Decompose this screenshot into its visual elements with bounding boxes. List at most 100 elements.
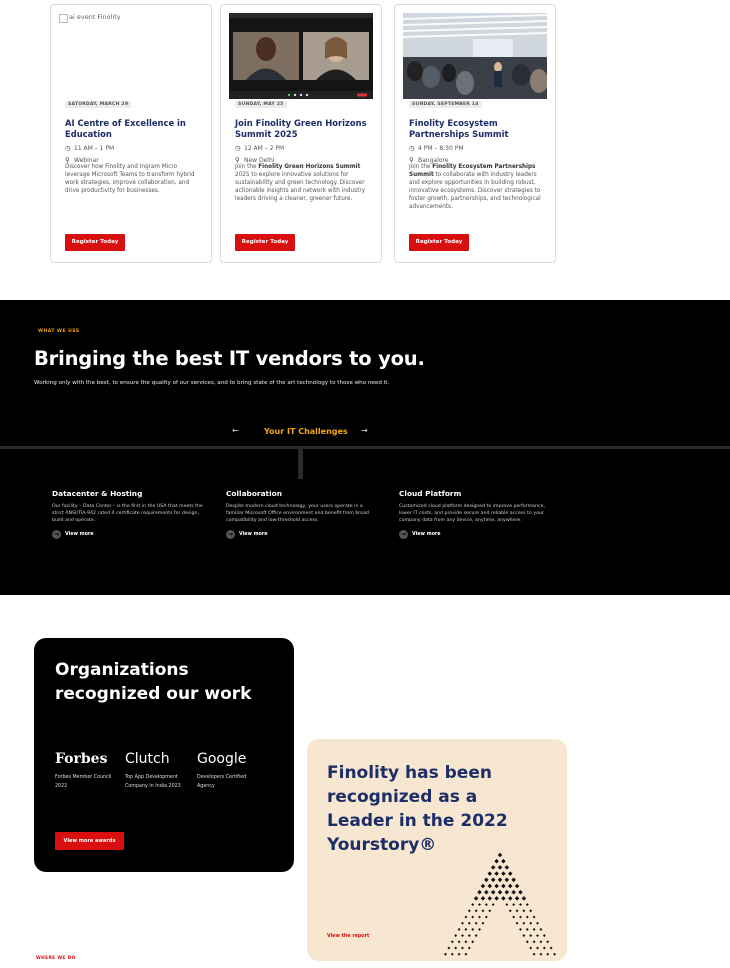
forbes-logo: Forbes [55,751,108,767]
pattern-dot [525,915,529,919]
pattern-dot [474,921,478,925]
view-report-link[interactable]: View the report [327,934,369,939]
pattern-dot [522,934,526,938]
pattern-dot [504,877,510,883]
pattern-dot [529,909,533,913]
location-pin-icon: ⚲ [235,156,240,164]
service-description: Our facility – Data Center – is the firs… [52,504,203,524]
pattern-dot [546,952,550,956]
pattern-dot [497,889,503,895]
recognition-heading: Organizations recognized our work [55,660,252,704]
pattern-dot [494,858,499,864]
pattern-dot [497,865,503,870]
pattern-dot [444,952,447,956]
view-more-label: View more [412,531,441,537]
pattern-dot [501,858,506,864]
clock-icon: ◷ [65,144,71,152]
pattern-dot [480,883,486,889]
pattern-dot [512,915,516,919]
pattern-dot [522,909,526,913]
brand-caption: Top App Development Company in India 202… [125,775,181,789]
pattern-dot [553,952,556,956]
pattern-dot [478,927,481,931]
pattern-dot [474,934,478,938]
pattern-dot [484,915,488,919]
pattern-dot [539,940,543,944]
pattern-dot [490,877,496,883]
view-more-link[interactable]: → View more [399,529,554,539]
yourstory-card: Finolity has been recognized as a Leader… [307,739,567,961]
next-arrow-icon[interactable]: → [361,426,368,435]
pattern-dot [518,889,523,895]
event-card: SUNDAY, MAY 25 Join Finolity Green Horiz… [220,4,382,263]
google-logo: Google [197,751,247,767]
event-time-text: 12 AM – 2 PM [244,144,285,152]
clock-icon: ◷ [235,144,241,152]
pattern-dot [454,946,458,950]
register-button[interactable]: Register Today [235,234,295,251]
event-location-text: Webinar [74,156,99,164]
dot-pattern-decoration [444,852,556,956]
pattern-dot [504,865,510,870]
description-text: 2025 to explore innovative solutions for… [235,171,366,202]
pattern-dot [487,883,493,889]
pattern-dot [464,915,468,919]
tab-it-challenges[interactable]: Your IT Challenges [264,427,348,436]
tab-indicator [298,446,303,479]
event-date: SUNDAY, SEPTEMBER 14 [409,101,482,108]
register-button[interactable]: Register Today [409,234,469,251]
pattern-dot [508,909,512,913]
pattern-dot [464,952,468,956]
tab-divider [0,446,730,449]
prev-arrow-icon[interactable]: ← [232,426,239,435]
event-description: Discover how Finolity and Ingram Micro l… [65,164,195,194]
pattern-dot [519,915,522,919]
event-title[interactable]: Join Finolity Green Horizons Summit 2025 [235,118,375,140]
pattern-dot [529,921,533,925]
yourstory-heading: Finolity has been recognized as a Leader… [327,763,508,855]
pattern-dot [536,921,539,925]
view-more-link[interactable]: → View more [52,529,207,539]
description-bold: Finolity Green Horizons Summit [258,164,361,170]
pattern-dot [529,934,533,938]
pattern-dot [507,871,513,876]
pattern-dot [461,934,464,938]
pattern-dot [477,889,482,895]
pattern-dot [515,909,519,913]
event-date: SATURDAY, MARCH 29 [65,101,132,108]
pattern-dot [494,871,499,876]
pattern-dot [481,921,485,925]
view-more-awards-button[interactable]: View more awards [55,832,124,850]
pattern-dot [519,903,522,907]
it-vendors-section: WHAT WE USE Bringing the best IT vendors… [0,300,730,595]
pattern-dot [478,903,481,907]
pattern-dot [532,940,536,944]
view-more-link[interactable]: → View more [226,529,381,539]
pattern-dot [501,883,506,889]
pattern-dot [457,952,461,956]
next-section-label: WHERE WE DO [36,956,76,961]
section-eyebrow: WHAT WE USE [38,329,80,334]
pattern-dot [507,896,513,901]
service-collaboration: Collaboration Despite modern cloud techn… [226,489,381,539]
register-button[interactable]: Register Today [65,234,125,251]
pattern-dot [532,915,536,919]
event-title[interactable]: Finolity Ecosystem Partnerships Summit [409,118,549,140]
event-image-broken [59,13,203,99]
pattern-dot [471,927,475,931]
brand-caption: Developers Certified Agency [197,775,247,789]
pattern-dot [487,896,493,901]
pattern-dot [494,883,499,889]
pattern-dot [542,934,546,938]
pattern-dot [490,865,496,870]
pattern-dot [507,883,513,889]
pattern-dot [525,903,529,907]
pattern-dot [457,940,461,944]
event-location: ⚲ Webinar [65,156,99,164]
event-description: Join the Finolity Ecosystem Partnerships… [409,164,543,211]
event-time: ◷ 12 AM – 2 PM [235,144,284,152]
event-title[interactable]: AI Centre of Excellence in Education [65,118,205,140]
arrow-right-icon: → [226,529,235,539]
service-description: Despite modern cloud technology, your us… [226,504,369,524]
event-card: SUNDAY, SEPTEMBER 14 Finolity Ecosystem … [394,4,556,263]
